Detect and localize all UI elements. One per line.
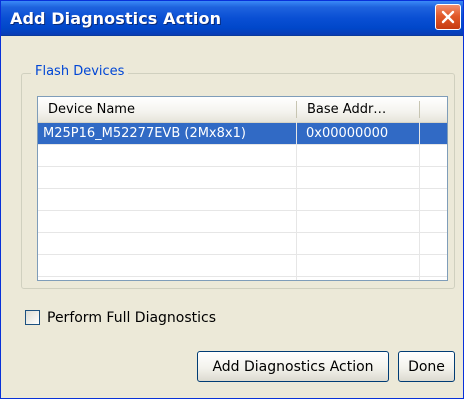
close-icon: [441, 10, 455, 24]
title-bar[interactable]: Add Diagnostics Action: [1, 1, 463, 36]
flash-devices-table[interactable]: Device Name Base Addr… M25P16_M52277EVB …: [37, 96, 448, 281]
table-header: Device Name Base Addr…: [38, 97, 447, 123]
window-title: Add Diagnostics Action: [10, 9, 222, 28]
done-button[interactable]: Done: [398, 351, 455, 382]
column-gridline: [419, 122, 420, 280]
table-row-empty: [38, 211, 447, 233]
table-row[interactable]: M25P16_M52277EVB (2Mx8x1) 0x00000000: [38, 123, 447, 145]
device-name-cell: M25P16_M52277EVB (2Mx8x1): [43, 126, 246, 141]
close-button[interactable]: [435, 4, 461, 30]
column-header-device-name[interactable]: Device Name: [38, 97, 294, 122]
table-row-empty: [38, 255, 447, 277]
table-row-empty: [38, 145, 447, 167]
column-header-base-addr[interactable]: Base Addr…: [297, 97, 419, 122]
full-diagnostics-label[interactable]: Perform Full Diagnostics: [47, 310, 216, 327]
base-addr-cell: 0x00000000: [306, 126, 389, 141]
full-diagnostics-checkbox[interactable]: [25, 310, 40, 325]
column-gridline: [296, 122, 297, 280]
table-row-empty: [38, 233, 447, 255]
table-row-empty: [38, 167, 447, 189]
add-diagnostics-action-button[interactable]: Add Diagnostics Action: [197, 351, 389, 382]
table-row-empty: [38, 189, 447, 211]
flash-devices-label: Flash Devices: [31, 64, 129, 79]
column-divider[interactable]: [419, 101, 420, 118]
dialog-window: Add Diagnostics Action Flash Devices Dev…: [0, 0, 464, 399]
